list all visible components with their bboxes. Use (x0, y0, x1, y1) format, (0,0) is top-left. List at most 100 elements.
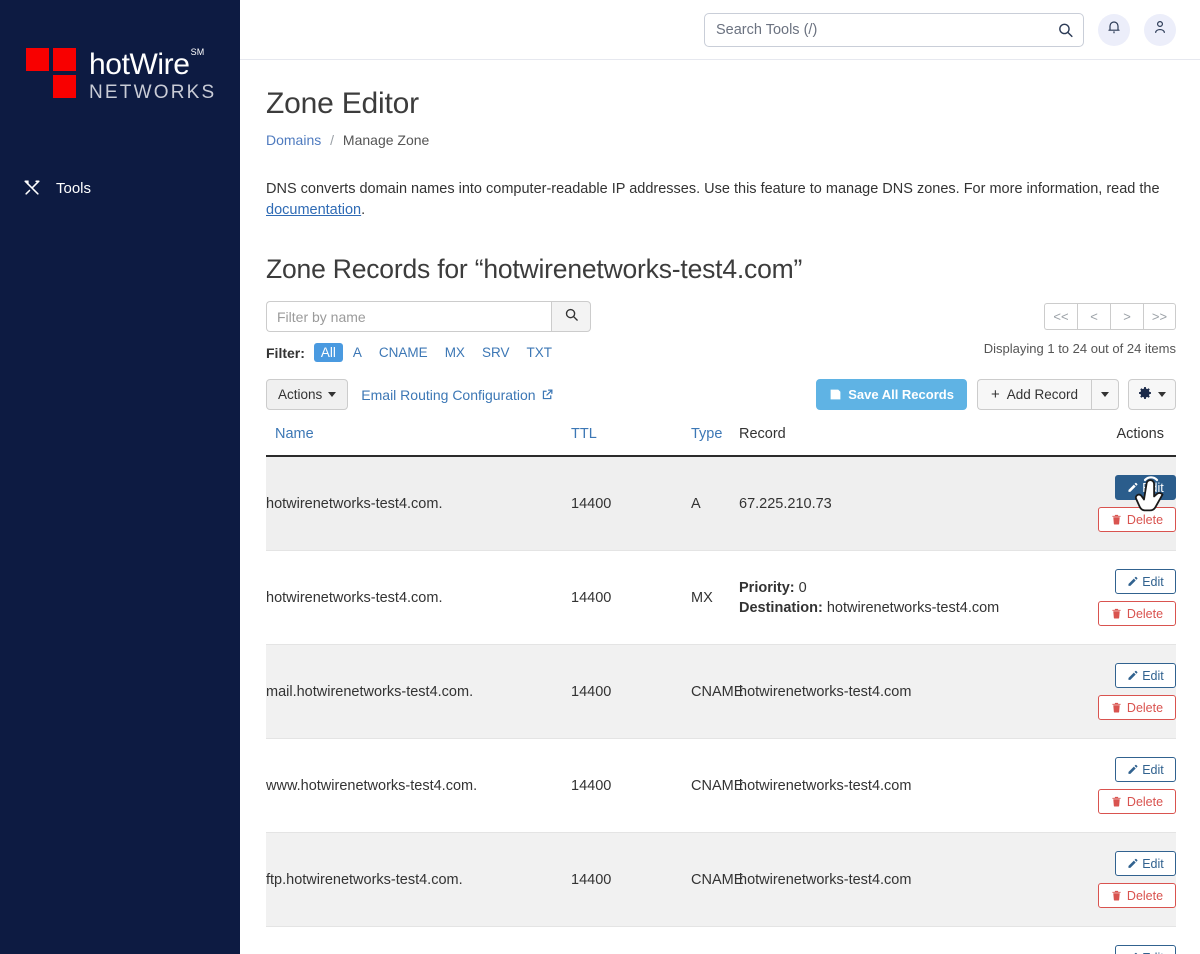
documentation-link[interactable]: documentation (266, 202, 361, 218)
pagination-controls: << < > >> (1044, 303, 1176, 330)
edit-record-button[interactable]: Edit (1115, 851, 1176, 876)
edit-record-button[interactable]: Edit (1115, 475, 1176, 500)
column-header-record: Record (739, 426, 1001, 457)
delete-record-button[interactable]: Delete (1098, 507, 1176, 532)
filter-tab-mx[interactable]: MX (438, 343, 472, 362)
record-detail-label: Priority: (739, 579, 795, 596)
filter-search-button[interactable] (551, 301, 591, 332)
search-tools-box[interactable] (704, 12, 1084, 47)
delete-label: Delete (1126, 888, 1164, 903)
pencil-icon (1127, 482, 1138, 493)
record-value: 67.225.210.73 (739, 495, 832, 512)
table-body: hotwirenetworks-test4.com. 14400 A 67.225.2… (266, 456, 1176, 954)
add-record-dropdown-button[interactable] (1091, 379, 1119, 410)
record-value: hotwirenetworks-test4.com (739, 777, 912, 794)
filter-tab-txt[interactable]: TXT (519, 343, 559, 362)
actions-dropdown-button[interactable]: Actions (266, 379, 349, 410)
cell-type: MX (691, 550, 739, 645)
settings-dropdown-button[interactable] (1128, 379, 1176, 410)
pencil-icon (1127, 858, 1138, 869)
trash-icon (1111, 514, 1122, 525)
delete-label: Delete (1126, 512, 1164, 527)
main-area: Zone Editor Domains / Manage Zone DNS co… (240, 0, 1200, 954)
logo-superscript: SM (190, 47, 205, 57)
trash-icon (1111, 796, 1122, 807)
pagination-first-button[interactable]: << (1044, 303, 1077, 330)
delete-label: Delete (1126, 794, 1164, 809)
cell-ttl: 14400 (571, 644, 691, 739)
cell-name: ftp.hotwirenetworks-test4.com. (266, 832, 571, 927)
record-type-filters: Filter: All A CNAME MX SRV TXT (266, 343, 591, 362)
cell-type: TXT (691, 926, 739, 954)
search-input[interactable] (705, 21, 1083, 38)
column-header-ttl[interactable]: TTL (571, 426, 691, 457)
brand-logo[interactable]: hotWireSM NETWORKS (0, 0, 240, 104)
save-all-records-button[interactable]: Save All Records (816, 379, 967, 410)
app-root: hotWireSM NETWORKS Tools Search Tools (/… (0, 0, 1200, 954)
table-row: www.hotwirenetworks-test4.com. 14400 CNAME… (266, 738, 1176, 833)
gear-icon (1138, 386, 1152, 403)
delete-record-button[interactable]: Delete (1098, 883, 1176, 908)
record-detail-line: Destination: hotwirenetworks-test4.com (739, 598, 1001, 618)
pencil-icon (1127, 670, 1138, 681)
filter-tab-all[interactable]: All (313, 343, 343, 362)
column-header-type[interactable]: Type (691, 426, 739, 457)
pagination-next-button[interactable]: > (1110, 303, 1143, 330)
actions-dropdown-label: Actions (278, 387, 323, 402)
record-detail-line: Priority: 0 (739, 578, 1001, 598)
record-value: hotwirenetworks-test4.com (739, 683, 912, 700)
logo-squares-icon (26, 48, 80, 102)
delete-record-button[interactable]: Delete (1098, 789, 1176, 814)
delete-record-button[interactable]: Delete (1098, 695, 1176, 720)
cell-name: hotwirenetworks-test4.com. (266, 926, 571, 954)
cell-actions: Edit Delete (1001, 456, 1176, 551)
table-row: ftp.hotwirenetworks-test4.com. 14400 CNAME… (266, 832, 1176, 927)
filter-tab-srv[interactable]: SRV (475, 343, 517, 362)
cell-ttl: 14400 (571, 926, 691, 954)
pagination-prev-button[interactable]: < (1077, 303, 1110, 330)
column-header-name[interactable]: Name (266, 426, 571, 457)
page-description: DNS converts domain names into computer-… (266, 179, 1171, 221)
chevron-down-icon (1101, 392, 1109, 397)
pagination-last-button[interactable]: >> (1143, 303, 1176, 330)
sidebar-item-tools[interactable]: Tools (0, 170, 240, 206)
filter-row: Filter: All A CNAME MX SRV TXT << < > > (266, 301, 1176, 362)
search-icon[interactable] (1057, 21, 1074, 38)
record-detail-value: 0 (798, 579, 807, 596)
external-link-icon (541, 388, 554, 401)
top-bar (240, 0, 1200, 60)
table-row: hotwirenetworks-test4.com. 14400 MX Priorit… (266, 550, 1176, 645)
cell-actions: Edit Delete (1001, 550, 1176, 645)
page-content: Zone Editor Domains / Manage Zone DNS co… (240, 60, 1200, 954)
cell-name: hotwirenetworks-test4.com. (266, 550, 571, 645)
edit-record-button[interactable]: Edit (1115, 757, 1176, 782)
edit-record-button[interactable]: Edit (1115, 569, 1176, 594)
edit-label: Edit (1142, 951, 1164, 954)
logo-primary-text: hotWire (89, 48, 190, 81)
bell-icon (1106, 19, 1122, 40)
zone-records-heading: Zone Records for “hotwirenetworks-test4.… (266, 254, 803, 284)
edit-record-button[interactable]: Edit (1115, 945, 1176, 954)
sidebar-item-label: Tools (56, 179, 92, 197)
breadcrumb-link-domains[interactable]: Domains (266, 132, 321, 148)
filter-tab-a[interactable]: A (346, 343, 369, 362)
filter-tab-cname[interactable]: CNAME (372, 343, 435, 362)
breadcrumb-separator: / (330, 132, 335, 148)
records-toolbar: Actions Email Routing Configuration Save… (266, 379, 1176, 410)
filter-label: Filter: (266, 344, 305, 361)
add-record-button[interactable]: + Add Record (976, 379, 1091, 410)
pagination-status: Displaying 1 to 24 out of 24 items (983, 341, 1176, 356)
account-button[interactable] (1144, 13, 1176, 46)
description-period: . (361, 202, 366, 218)
sidebar: hotWireSM NETWORKS Tools (0, 0, 240, 954)
notifications-button[interactable] (1098, 13, 1130, 46)
filter-name-input[interactable] (266, 301, 551, 332)
cell-actions: Edit Delete (1001, 832, 1176, 927)
sidebar-nav: Tools (0, 170, 240, 206)
trash-icon (1111, 702, 1122, 713)
delete-record-button[interactable]: Delete (1098, 601, 1176, 626)
cell-ttl: 14400 (571, 456, 691, 551)
email-routing-configuration-link[interactable]: Email Routing Configuration (361, 387, 553, 403)
edit-record-button[interactable]: Edit (1115, 663, 1176, 688)
cell-type: CNAME (691, 832, 743, 927)
